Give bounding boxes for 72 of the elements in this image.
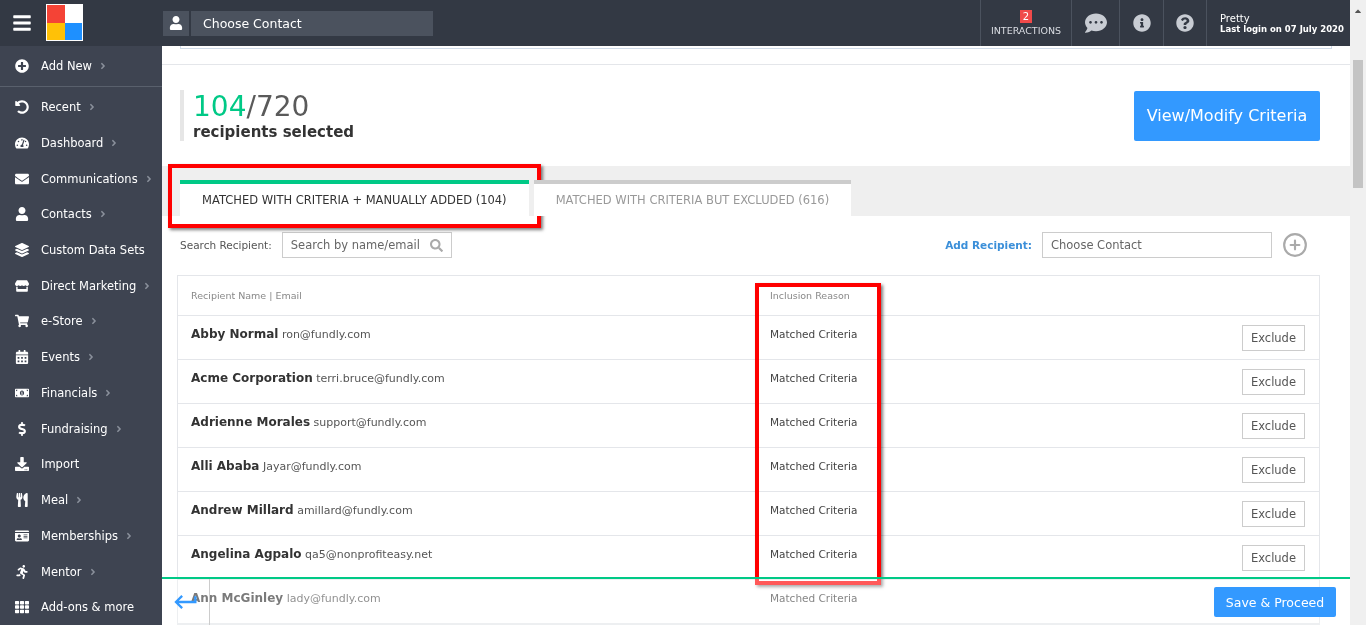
sidebar-item[interactable]: Recent: [0, 89, 162, 126]
exclude-button[interactable]: Exclude: [1241, 369, 1305, 395]
exclude-button[interactable]: Exclude: [1241, 545, 1305, 571]
sidebar-item[interactable]: Direct Marketing: [0, 267, 162, 304]
reason-cell-text: Matched Criteria: [770, 591, 858, 604]
contact-field[interactable]: Choose Contact: [1042, 232, 1272, 259]
recipient-cell-text: Alli Ababa Jayar@fundly.com: [191, 458, 363, 473]
dashboard-icon: [15, 135, 29, 150]
runner-icon: [15, 564, 29, 579]
calendar-icon: [15, 350, 29, 365]
dollar-icon: [15, 421, 29, 436]
utensils-icon: [15, 493, 29, 508]
sidebar-item[interactable]: Meal: [0, 482, 162, 518]
recipient-cell-text: Adrienne Morales support@fundly.com: [191, 414, 428, 429]
search-label: Search Recipient:: [180, 239, 272, 252]
sidebar-item[interactable]: Fundraising: [0, 410, 162, 447]
column-header: Recipient Name | Email: [191, 290, 303, 301]
grid-icon: [15, 600, 29, 615]
logo-icon: [46, 4, 83, 42]
info-icon[interactable]: [1132, 14, 1151, 32]
reason-cell-text: Matched Criteria: [770, 415, 858, 428]
sidebar-item[interactable]: e-Store: [0, 303, 162, 340]
reason-cell-text: Matched Criteria: [770, 327, 858, 340]
help-icon[interactable]: [1176, 14, 1194, 32]
sidebar-item[interactable]: Memberships: [0, 517, 162, 554]
menu-icon[interactable]: [12, 12, 32, 33]
column-header: Inclusion Reason: [770, 290, 851, 301]
sidebar-item[interactable]: Mentor: [0, 553, 162, 590]
recipient-cell-text: Abby Normal ron@fundly.com: [191, 326, 372, 341]
sidebar-item[interactable]: Dashboard: [0, 125, 162, 161]
exclude-button[interactable]: Exclude: [1241, 413, 1305, 439]
person-icon: [15, 207, 29, 222]
scrollbar[interactable]: [1350, 46, 1366, 625]
chevron-icon: [98, 60, 108, 71]
chat-icon[interactable]: [1084, 12, 1107, 34]
envelope-icon: [15, 171, 29, 186]
cart-icon: [15, 314, 29, 329]
last-login: Last login on 07 July 2020: [1220, 23, 1344, 34]
recipient-cell-text: Andrew Millard amillard@fundly.com: [191, 502, 414, 517]
exclude-button[interactable]: Exclude: [1241, 457, 1305, 483]
exclude-button[interactable]: Exclude: [1241, 325, 1305, 351]
sidebar-item[interactable]: Communications: [0, 160, 162, 197]
recipients-caption: recipients selected: [193, 123, 355, 142]
undo-icon: [15, 100, 29, 115]
search-icon: [429, 238, 443, 252]
sidebar-item[interactable]: Import: [0, 446, 162, 483]
interactions-count: 2: [1019, 10, 1033, 23]
user-name[interactable]: Pretty: [1220, 12, 1344, 24]
recipient-count: 104/720: [193, 90, 311, 124]
sidebar-item[interactable]: Custom Data Sets: [0, 232, 162, 268]
sidebar-item[interactable]: Financials: [0, 375, 162, 411]
reason-cell-text: Matched Criteria: [770, 547, 858, 560]
store-icon: [15, 278, 29, 293]
exclude-button[interactable]: Exclude: [1241, 501, 1305, 527]
reason-cell-text: Matched Criteria: [770, 503, 858, 516]
person-icon: [163, 10, 189, 36]
layers-icon: [15, 243, 29, 258]
recipient-cell-text: Acme Corporation terri.bruce@fundly.com: [191, 370, 446, 385]
id-card-icon: [15, 528, 29, 543]
tab[interactable]: MATCHED WITH CRITERIA + MANUALLY ADDED (104): [180, 179, 529, 216]
reason-cell-text: Matched Criteria: [770, 371, 858, 384]
interactions-label[interactable]: INTERACTIONS: [990, 25, 1062, 36]
add-recipient-label: Add Recipient:: [945, 239, 1032, 252]
download-icon: [15, 457, 29, 472]
recipient-cell-text: Ann McGinley lady@fundly.com: [191, 590, 382, 605]
search-field[interactable]: Search by name/email: [281, 232, 452, 259]
recipient-cell-text: Angelina Agpalo qa5@nonprofiteasy.net: [191, 546, 434, 561]
sidebar-item[interactable]: Contacts: [0, 196, 162, 233]
contact-field[interactable]: Choose Contact: [191, 10, 433, 36]
reason-cell-text: Matched Criteria: [770, 459, 858, 472]
sidebar-item[interactable]: Add-ons & more: [0, 589, 162, 625]
sidebar-item[interactable]: Events: [0, 339, 162, 376]
